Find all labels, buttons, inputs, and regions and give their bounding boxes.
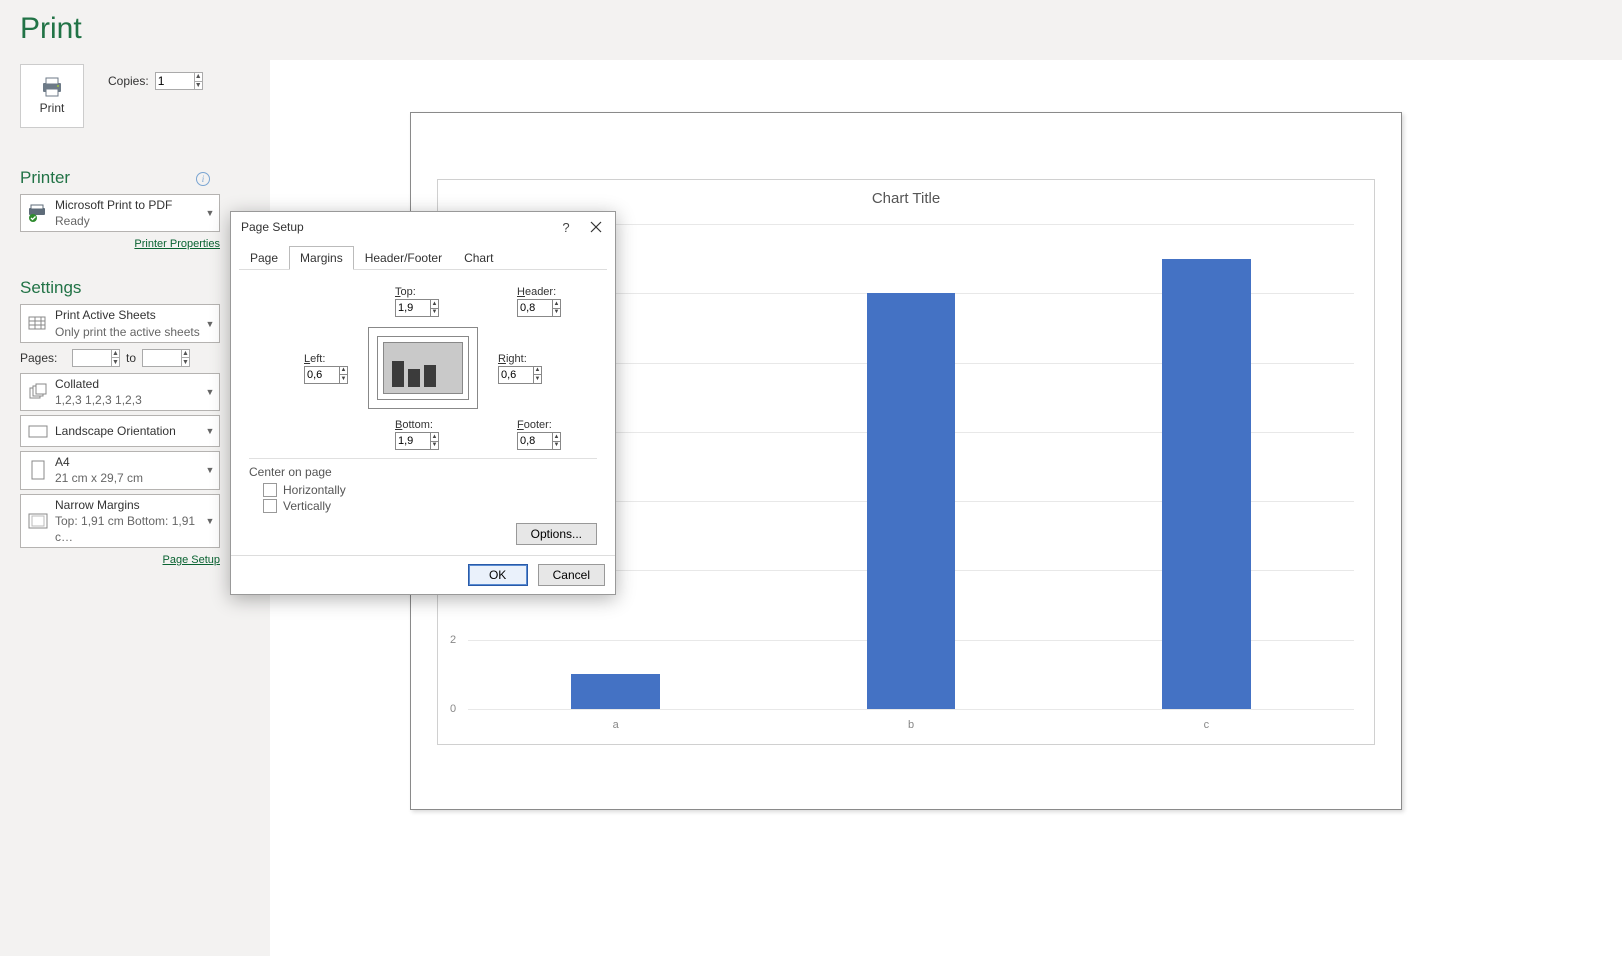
copies-spinner[interactable]: ▲▼ (194, 73, 202, 90)
print-button-label: Print (40, 101, 65, 115)
cancel-button[interactable]: Cancel (538, 564, 605, 586)
margin-left-input[interactable]: ▲▼ (304, 366, 348, 384)
printer-status: Ready (55, 213, 201, 229)
dialog-titlebar[interactable]: Page Setup ? (231, 212, 615, 242)
chevron-down-icon: ▼ (201, 426, 219, 436)
tab-margins[interactable]: Margins (289, 246, 354, 270)
pages-to[interactable]: ▲▼ (142, 349, 190, 367)
info-icon[interactable]: i (196, 172, 210, 186)
collated-icon (27, 383, 49, 401)
center-heading: Center on page (249, 465, 597, 479)
print-what-line1: Print Active Sheets (55, 307, 201, 323)
collation-line1: Collated (55, 376, 201, 392)
chart-y-tick: 0 (450, 703, 456, 715)
margins-icon (27, 512, 49, 530)
margin-preview-thumb (368, 327, 478, 409)
printer-name: Microsoft Print to PDF (55, 197, 201, 213)
margin-right-field: Right: ▲▼ (498, 353, 542, 384)
chart-title: Chart Title (438, 180, 1374, 207)
margin-footer-field: Footer: ▲▼ (517, 419, 561, 450)
page-setup-link[interactable]: Page Setup (163, 554, 221, 566)
paper-line1: A4 (55, 454, 201, 470)
paper-size-selector[interactable]: A4 21 cm x 29,7 cm ▼ (20, 451, 220, 489)
margin-footer-input[interactable]: ▲▼ (517, 432, 561, 450)
margin-right-input[interactable]: ▲▼ (498, 366, 542, 384)
pages-from[interactable]: ▲▼ (72, 349, 120, 367)
tab-header-footer[interactable]: Header/Footer (354, 246, 453, 270)
copies-value[interactable] (156, 74, 194, 88)
settings-heading: Settings (20, 278, 240, 298)
pages-row: Pages: ▲▼ to ▲▼ (20, 349, 240, 367)
copies-label: Copies: (108, 74, 149, 88)
chart-bar (867, 293, 956, 709)
tab-chart[interactable]: Chart (453, 246, 504, 270)
help-button[interactable]: ? (551, 213, 581, 241)
chevron-down-icon: ▼ (201, 208, 219, 218)
collation-selector[interactable]: Collated 1,2,3 1,2,3 1,2,3 ▼ (20, 373, 220, 411)
margins-line1: Narrow Margins (55, 497, 201, 513)
paper-line2: 21 cm x 29,7 cm (55, 470, 201, 486)
print-what-line2: Only print the active sheets (55, 324, 201, 340)
printer-icon (40, 77, 64, 97)
chevron-down-icon: ▼ (201, 465, 219, 475)
chevron-down-icon: ▼ (201, 319, 219, 329)
margin-top-input[interactable]: ▲▼ (395, 299, 439, 317)
orientation-selector[interactable]: Landscape Orientation ▼ (20, 415, 220, 447)
center-vertically-checkbox[interactable]: Vertically (263, 499, 597, 513)
chart-x-label: a (613, 719, 619, 731)
copies-input[interactable]: ▲▼ (155, 72, 203, 90)
tab-page[interactable]: Page (239, 246, 289, 270)
close-icon (590, 221, 602, 233)
margin-left-field: Left: ▲▼ (304, 353, 348, 384)
printer-heading: Printer i (20, 168, 240, 188)
chevron-down-icon: ▼ (201, 387, 219, 397)
chart-bar (1162, 259, 1251, 709)
page-title: Print (20, 12, 82, 46)
printer-properties-link[interactable]: Printer Properties (134, 238, 220, 250)
page-setup-dialog: Page Setup ? Page Margins Header/Footer … (230, 211, 616, 595)
margin-header-input[interactable]: ▲▼ (517, 299, 561, 317)
margin-header-field: Header: ▲▼ (517, 286, 561, 317)
margin-bottom-input[interactable]: ▲▼ (395, 432, 439, 450)
print-button[interactable]: Print (20, 64, 84, 128)
pages-to-label: to (126, 351, 136, 365)
orientation-label: Landscape Orientation (55, 423, 201, 439)
chart-bar (571, 674, 660, 709)
ok-button[interactable]: OK (468, 564, 528, 586)
landscape-icon (27, 423, 49, 439)
center-horizontally-checkbox[interactable]: Horizontally (263, 483, 597, 497)
printer-status-icon (27, 204, 49, 222)
copies-row: Copies: ▲▼ (108, 72, 203, 90)
chart-x-label: c (1204, 719, 1210, 731)
print-what-selector[interactable]: Print Active Sheets Only print the activ… (20, 304, 220, 342)
pages-label: Pages: (20, 351, 66, 365)
options-button[interactable]: Options... (516, 523, 597, 545)
chevron-down-icon: ▼ (201, 516, 219, 526)
center-on-page-section: Center on page Horizontally Vertically (249, 458, 597, 513)
sheets-icon (27, 315, 49, 333)
margin-top-field: Top: ▲▼ (395, 286, 439, 317)
page-icon (29, 459, 47, 481)
chart-y-tick: 2 (450, 634, 456, 646)
dialog-tabs: Page Margins Header/Footer Chart (239, 246, 607, 270)
chart-x-label: b (908, 719, 914, 731)
printer-selector[interactable]: Microsoft Print to PDF Ready ▼ (20, 194, 220, 232)
collation-line2: 1,2,3 1,2,3 1,2,3 (55, 392, 201, 408)
margins-line2: Top: 1,91 cm Bottom: 1,91 c… (55, 513, 201, 545)
close-button[interactable] (581, 213, 611, 241)
margins-selector[interactable]: Narrow Margins Top: 1,91 cm Bottom: 1,91… (20, 494, 220, 549)
margin-bottom-field: Bottom: ▲▼ (395, 419, 439, 450)
dialog-title: Page Setup (241, 220, 551, 234)
checkbox-icon (263, 499, 277, 513)
checkbox-icon (263, 483, 277, 497)
